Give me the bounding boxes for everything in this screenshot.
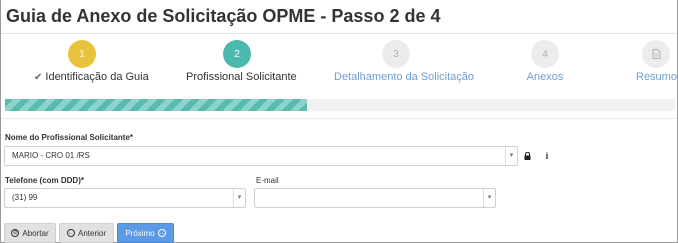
anterior-label: Anterior (77, 228, 106, 238)
step-2-label: Profissional Solicitante (186, 71, 297, 83)
chevron-down-icon[interactable]: ▾ (505, 147, 517, 165)
step-3-label: Detalhamento da Solicitação (334, 71, 475, 83)
title-divider (1, 33, 677, 34)
proximo-label: Próximo (125, 228, 155, 238)
step-1-circle: 1 (68, 40, 96, 68)
page-title: Guia de Anexo de Solicitação OPME - Pass… (6, 6, 441, 26)
step-4-label: Anexos (526, 71, 564, 83)
step-4-anexos[interactable]: 4 Anexos (520, 40, 570, 84)
section-divider (1, 118, 677, 119)
proximo-button[interactable]: Próximo → (117, 223, 174, 243)
profissional-value: MARIO - CRO 01 /RS (12, 151, 90, 160)
telefone-select[interactable]: (31) 99 ▾ (4, 188, 246, 208)
chevron-down-icon[interactable]: ▾ (483, 189, 495, 207)
profissional-label: Nome do Profissional Solicitante* (5, 133, 134, 142)
abortar-label: Abortar (22, 228, 49, 238)
wizard-progress-bar (5, 99, 675, 111)
arrow-right-icon: → (157, 229, 166, 237)
arrow-left-icon: ← (66, 229, 75, 237)
step-3-detalhamento[interactable]: 3 Detalhamento da Solicitação (334, 40, 475, 84)
telefone-label: Telefone (com DDD)* (5, 176, 84, 185)
email-label: E-mail (256, 176, 279, 185)
step-1-identificacao[interactable]: 1 ✔ Identificação da Guia (34, 40, 149, 85)
profissional-select[interactable]: MARIO - CRO 01 /RS ▾ (4, 146, 518, 166)
chevron-down-icon[interactable]: ▾ (233, 189, 245, 207)
ban-icon: ⊘ (11, 229, 20, 237)
step-5-circle (642, 40, 670, 68)
step-5-label: Resumo (636, 71, 677, 83)
check-icon: ✔ (34, 72, 43, 83)
step-3-circle: 3 (382, 40, 410, 68)
email-select[interactable]: ▾ (254, 188, 496, 208)
step-2-circle: 2 (223, 40, 251, 68)
wizard-progress-fill (5, 99, 307, 111)
step-4-circle: 4 (531, 40, 559, 68)
document-icon (652, 49, 660, 59)
telefone-value: (31) 99 (12, 193, 38, 202)
step-1-label-wrap: ✔ Identificação da Guia (34, 70, 149, 85)
step-1-label: Identificação da Guia (45, 71, 149, 83)
step-5-resumo[interactable]: Resumo (636, 40, 677, 84)
lock-icon[interactable] (518, 146, 536, 166)
info-icon[interactable]: i (538, 146, 556, 166)
anterior-button[interactable]: ← Anterior (59, 223, 114, 243)
abortar-button[interactable]: ⊘ Abortar (4, 223, 56, 243)
step-2-profissional[interactable]: 2 Profissional Solicitante (186, 40, 297, 84)
